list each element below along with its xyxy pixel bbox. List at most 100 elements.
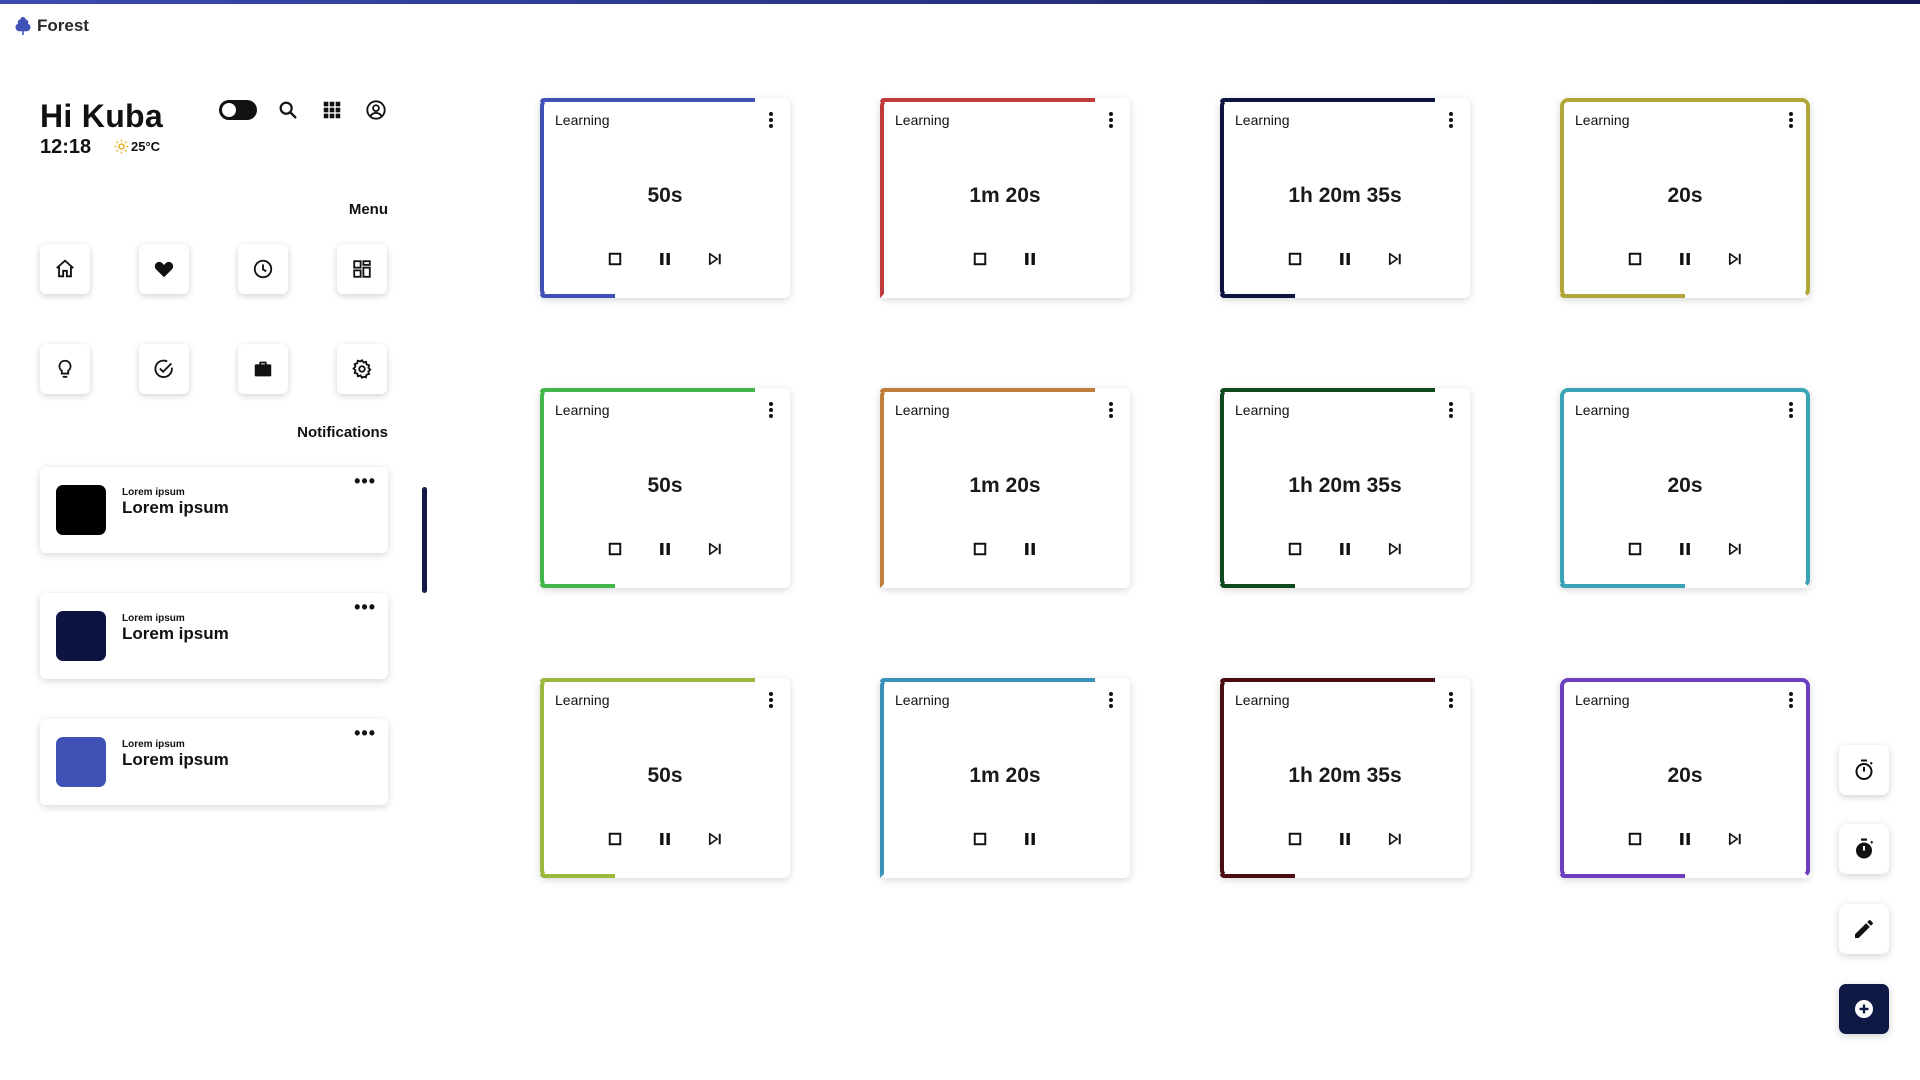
- favorites-button[interactable]: [139, 244, 189, 294]
- brand[interactable]: Forest: [14, 16, 89, 36]
- progress-top-bar: [540, 388, 755, 392]
- skip-next-icon[interactable]: [1724, 828, 1746, 850]
- stop-icon[interactable]: [1624, 828, 1646, 850]
- more-vert-icon[interactable]: [1108, 400, 1114, 420]
- stopwatch-icon: [1855, 759, 1873, 780]
- skip-next-icon[interactable]: [704, 538, 726, 560]
- more-vert-icon[interactable]: [1108, 690, 1114, 710]
- stop-icon[interactable]: [604, 538, 626, 560]
- timer-card[interactable]: Learning 20s: [1560, 98, 1810, 298]
- more-vert-icon[interactable]: [1788, 110, 1794, 130]
- briefcase-icon: [254, 361, 272, 377]
- theme-toggle[interactable]: [219, 100, 257, 120]
- more-vert-icon[interactable]: [1448, 110, 1454, 130]
- stop-icon[interactable]: [1284, 538, 1306, 560]
- add-button[interactable]: [1839, 984, 1889, 1034]
- pause-icon[interactable]: [1674, 248, 1696, 270]
- pause-icon[interactable]: [1674, 828, 1696, 850]
- timer-category: Learning: [895, 402, 950, 418]
- pause-icon[interactable]: [1019, 828, 1041, 850]
- pause-icon[interactable]: [1019, 538, 1041, 560]
- skip-next-icon[interactable]: [1384, 538, 1406, 560]
- more-horiz-icon[interactable]: •••: [354, 724, 376, 742]
- menu-title: Menu: [348, 201, 388, 218]
- skip-next-icon[interactable]: [1724, 538, 1746, 560]
- notification-card[interactable]: Lorem ipsum Lorem ipsum •••: [40, 467, 388, 553]
- timer-card[interactable]: Learning 1m 20s: [880, 678, 1130, 878]
- progress-bottom-bar: [540, 584, 790, 588]
- stop-icon[interactable]: [969, 828, 991, 850]
- greeting: Hi Kuba: [40, 98, 163, 134]
- stop-icon[interactable]: [604, 248, 626, 270]
- tasks-button[interactable]: [139, 344, 189, 394]
- timer-card[interactable]: Learning 1h 20m 35s: [1220, 98, 1470, 298]
- notifications-scrollbar[interactable]: [422, 487, 427, 593]
- stop-icon[interactable]: [604, 828, 626, 850]
- stopwatch-button[interactable]: [1839, 745, 1889, 795]
- timer-card[interactable]: Learning 50s: [540, 678, 790, 878]
- stop-icon[interactable]: [1284, 828, 1306, 850]
- home-button[interactable]: [40, 244, 90, 294]
- skip-next-icon[interactable]: [704, 248, 726, 270]
- timer-card[interactable]: Learning 20s: [1560, 678, 1810, 878]
- timer-category: Learning: [1235, 112, 1290, 128]
- skip-next-icon[interactable]: [704, 828, 726, 850]
- pause-icon[interactable]: [654, 248, 676, 270]
- pause-icon[interactable]: [1334, 828, 1356, 850]
- check-circle-icon: [154, 359, 173, 378]
- notification-card[interactable]: Lorem ipsum Lorem ipsum •••: [40, 593, 388, 679]
- progress-top-bar: [880, 98, 1095, 102]
- pause-icon[interactable]: [654, 538, 676, 560]
- timer-card[interactable]: Learning 20s: [1560, 388, 1810, 588]
- timer-card[interactable]: Learning 1m 20s: [880, 388, 1130, 588]
- more-vert-icon[interactable]: [1448, 690, 1454, 710]
- timer-controls: [1560, 248, 1810, 270]
- timer-card[interactable]: Learning 1m 20s: [880, 98, 1130, 298]
- ideas-button[interactable]: [40, 344, 90, 394]
- more-vert-icon[interactable]: [768, 690, 774, 710]
- dashboard-button[interactable]: [337, 244, 387, 294]
- pause-icon[interactable]: [1334, 538, 1356, 560]
- more-vert-icon[interactable]: [768, 110, 774, 130]
- history-button[interactable]: [238, 244, 288, 294]
- progress-bottom-bar: [880, 294, 1130, 298]
- account-icon[interactable]: [364, 98, 388, 122]
- stop-icon[interactable]: [969, 248, 991, 270]
- timer-button[interactable]: [1839, 824, 1889, 874]
- progress-bottom-bar: [880, 874, 1130, 878]
- skip-next-icon[interactable]: [1384, 828, 1406, 850]
- more-vert-icon[interactable]: [1788, 400, 1794, 420]
- work-button[interactable]: [238, 344, 288, 394]
- stop-icon[interactable]: [969, 538, 991, 560]
- timer-card[interactable]: Learning 1h 20m 35s: [1220, 678, 1470, 878]
- progress-top-bar: [1220, 388, 1435, 392]
- more-vert-icon[interactable]: [1108, 110, 1114, 130]
- pause-icon[interactable]: [1674, 538, 1696, 560]
- stop-icon[interactable]: [1624, 248, 1646, 270]
- timer-value: 20s: [1667, 474, 1703, 497]
- timer-card[interactable]: Learning 1h 20m 35s: [1220, 388, 1470, 588]
- more-horiz-icon[interactable]: •••: [354, 598, 376, 616]
- pause-icon[interactable]: [1019, 248, 1041, 270]
- pause-icon[interactable]: [654, 828, 676, 850]
- notification-card[interactable]: Lorem ipsum Lorem ipsum •••: [40, 719, 388, 805]
- more-vert-icon[interactable]: [768, 400, 774, 420]
- stop-icon[interactable]: [1284, 248, 1306, 270]
- stop-icon[interactable]: [1624, 538, 1646, 560]
- timer-value: 1m 20s: [969, 474, 1041, 497]
- pause-icon[interactable]: [1334, 248, 1356, 270]
- edit-button[interactable]: [1839, 904, 1889, 954]
- more-vert-icon[interactable]: [1448, 400, 1454, 420]
- apps-grid-icon[interactable]: [320, 98, 344, 122]
- more-horiz-icon[interactable]: •••: [354, 472, 376, 490]
- timer-icon: [1856, 838, 1874, 859]
- timer-card[interactable]: Learning 50s: [540, 388, 790, 588]
- settings-button[interactable]: [337, 344, 387, 394]
- progress-top-bar: [1220, 98, 1435, 102]
- timer-value: 1m 20s: [969, 184, 1041, 207]
- skip-next-icon[interactable]: [1724, 248, 1746, 270]
- more-vert-icon[interactable]: [1788, 690, 1794, 710]
- skip-next-icon[interactable]: [1384, 248, 1406, 270]
- search-icon[interactable]: [276, 98, 300, 122]
- timer-card[interactable]: Learning 50s: [540, 98, 790, 298]
